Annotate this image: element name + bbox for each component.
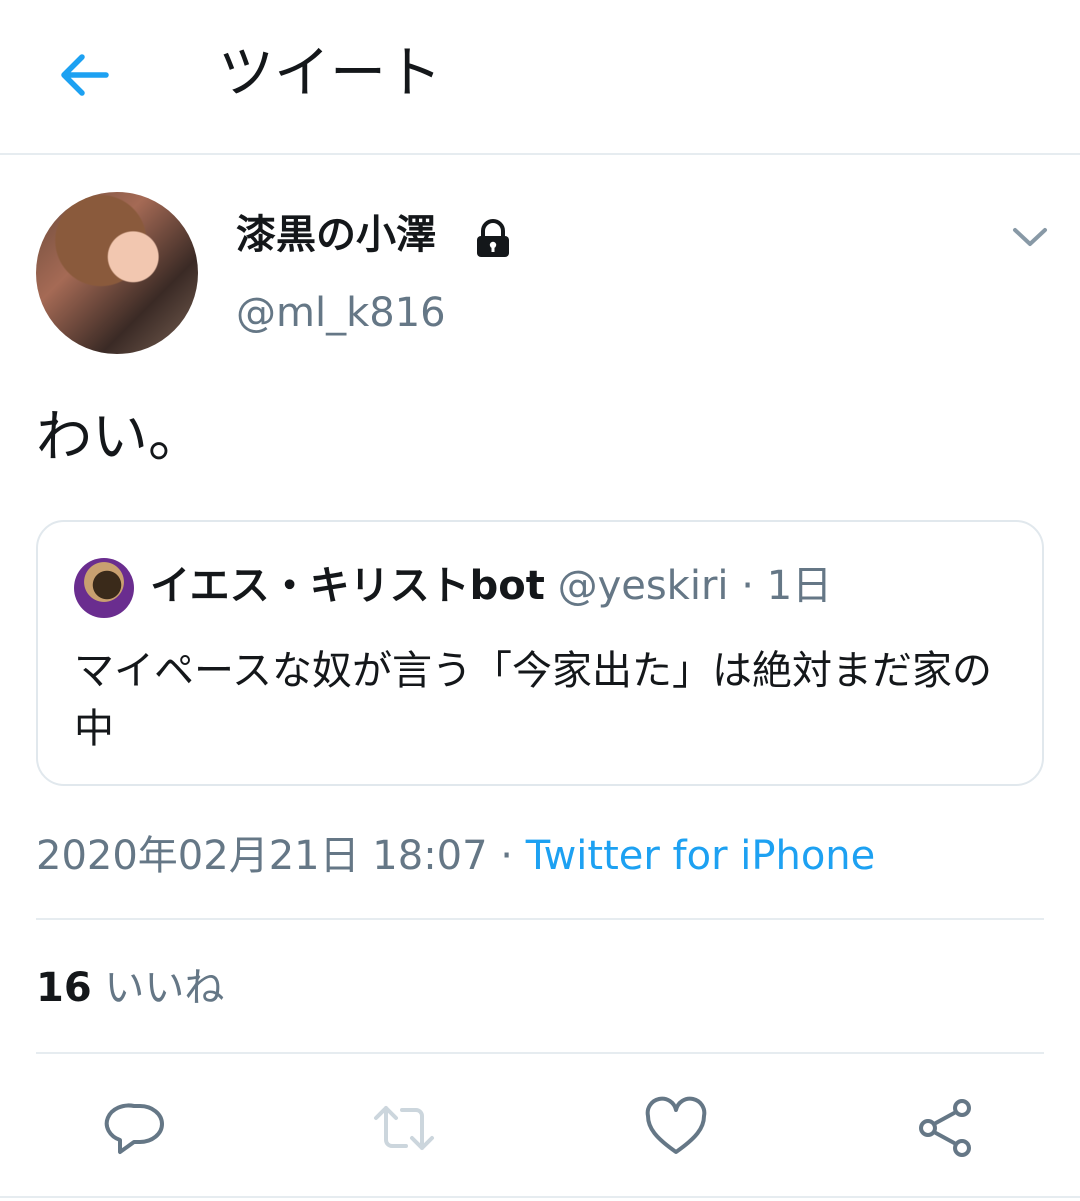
quoted-avatar [74,558,134,618]
reply-button[interactable] [104,1096,168,1160]
chevron-down-icon[interactable] [1010,222,1050,252]
like-icon [645,1096,707,1154]
divider [0,1196,1080,1198]
divider [36,1052,1044,1054]
reply-icon [104,1103,164,1154]
likes-stat[interactable]: 16 いいね [36,958,224,1018]
like-button[interactable] [644,1096,708,1160]
quoted-display-name: イエス・キリストbot [150,563,545,609]
tweet-text: わい。 [36,405,204,470]
share-icon [919,1099,971,1157]
quoted-separator: · [728,563,767,609]
user-handle[interactable]: @ml_k816 [236,286,446,340]
quoted-handle: @yeskiri [557,563,729,609]
quoted-time: 1日 [766,563,833,609]
avatar[interactable] [36,192,198,354]
retweet-icon [374,1106,434,1150]
quoted-tweet-header: イエス・キリストbot @yeskiri · 1日 [150,558,832,614]
quoted-tweet-card[interactable]: イエス・キリストbot @yeskiri · 1日 マイペースな奴が言う「今家出… [36,520,1044,786]
quoted-tweet-text: マイペースな奴が言う「今家出た」は絶対まだ家の中 [74,648,992,752]
meta-separator: · [487,833,526,879]
app-header: ツイート [0,0,1080,155]
divider [36,918,1044,920]
page-title: ツイート [218,41,442,106]
likes-label: いいね [104,965,225,1011]
display-name[interactable]: 漆黒の小澤 [236,206,436,264]
source-link[interactable]: Twitter for iPhone [526,833,876,879]
likes-count: 16 [36,965,92,1011]
lock-icon [477,219,509,257]
share-button[interactable] [914,1096,978,1160]
timestamp: 2020年02月21日 18:07 [36,833,488,879]
arrow-left-icon [61,54,109,96]
retweet-button[interactable] [372,1096,436,1160]
tweet-meta: 2020年02月21日 18:07 · Twitter for iPhone [36,826,875,886]
back-button[interactable] [54,48,114,102]
